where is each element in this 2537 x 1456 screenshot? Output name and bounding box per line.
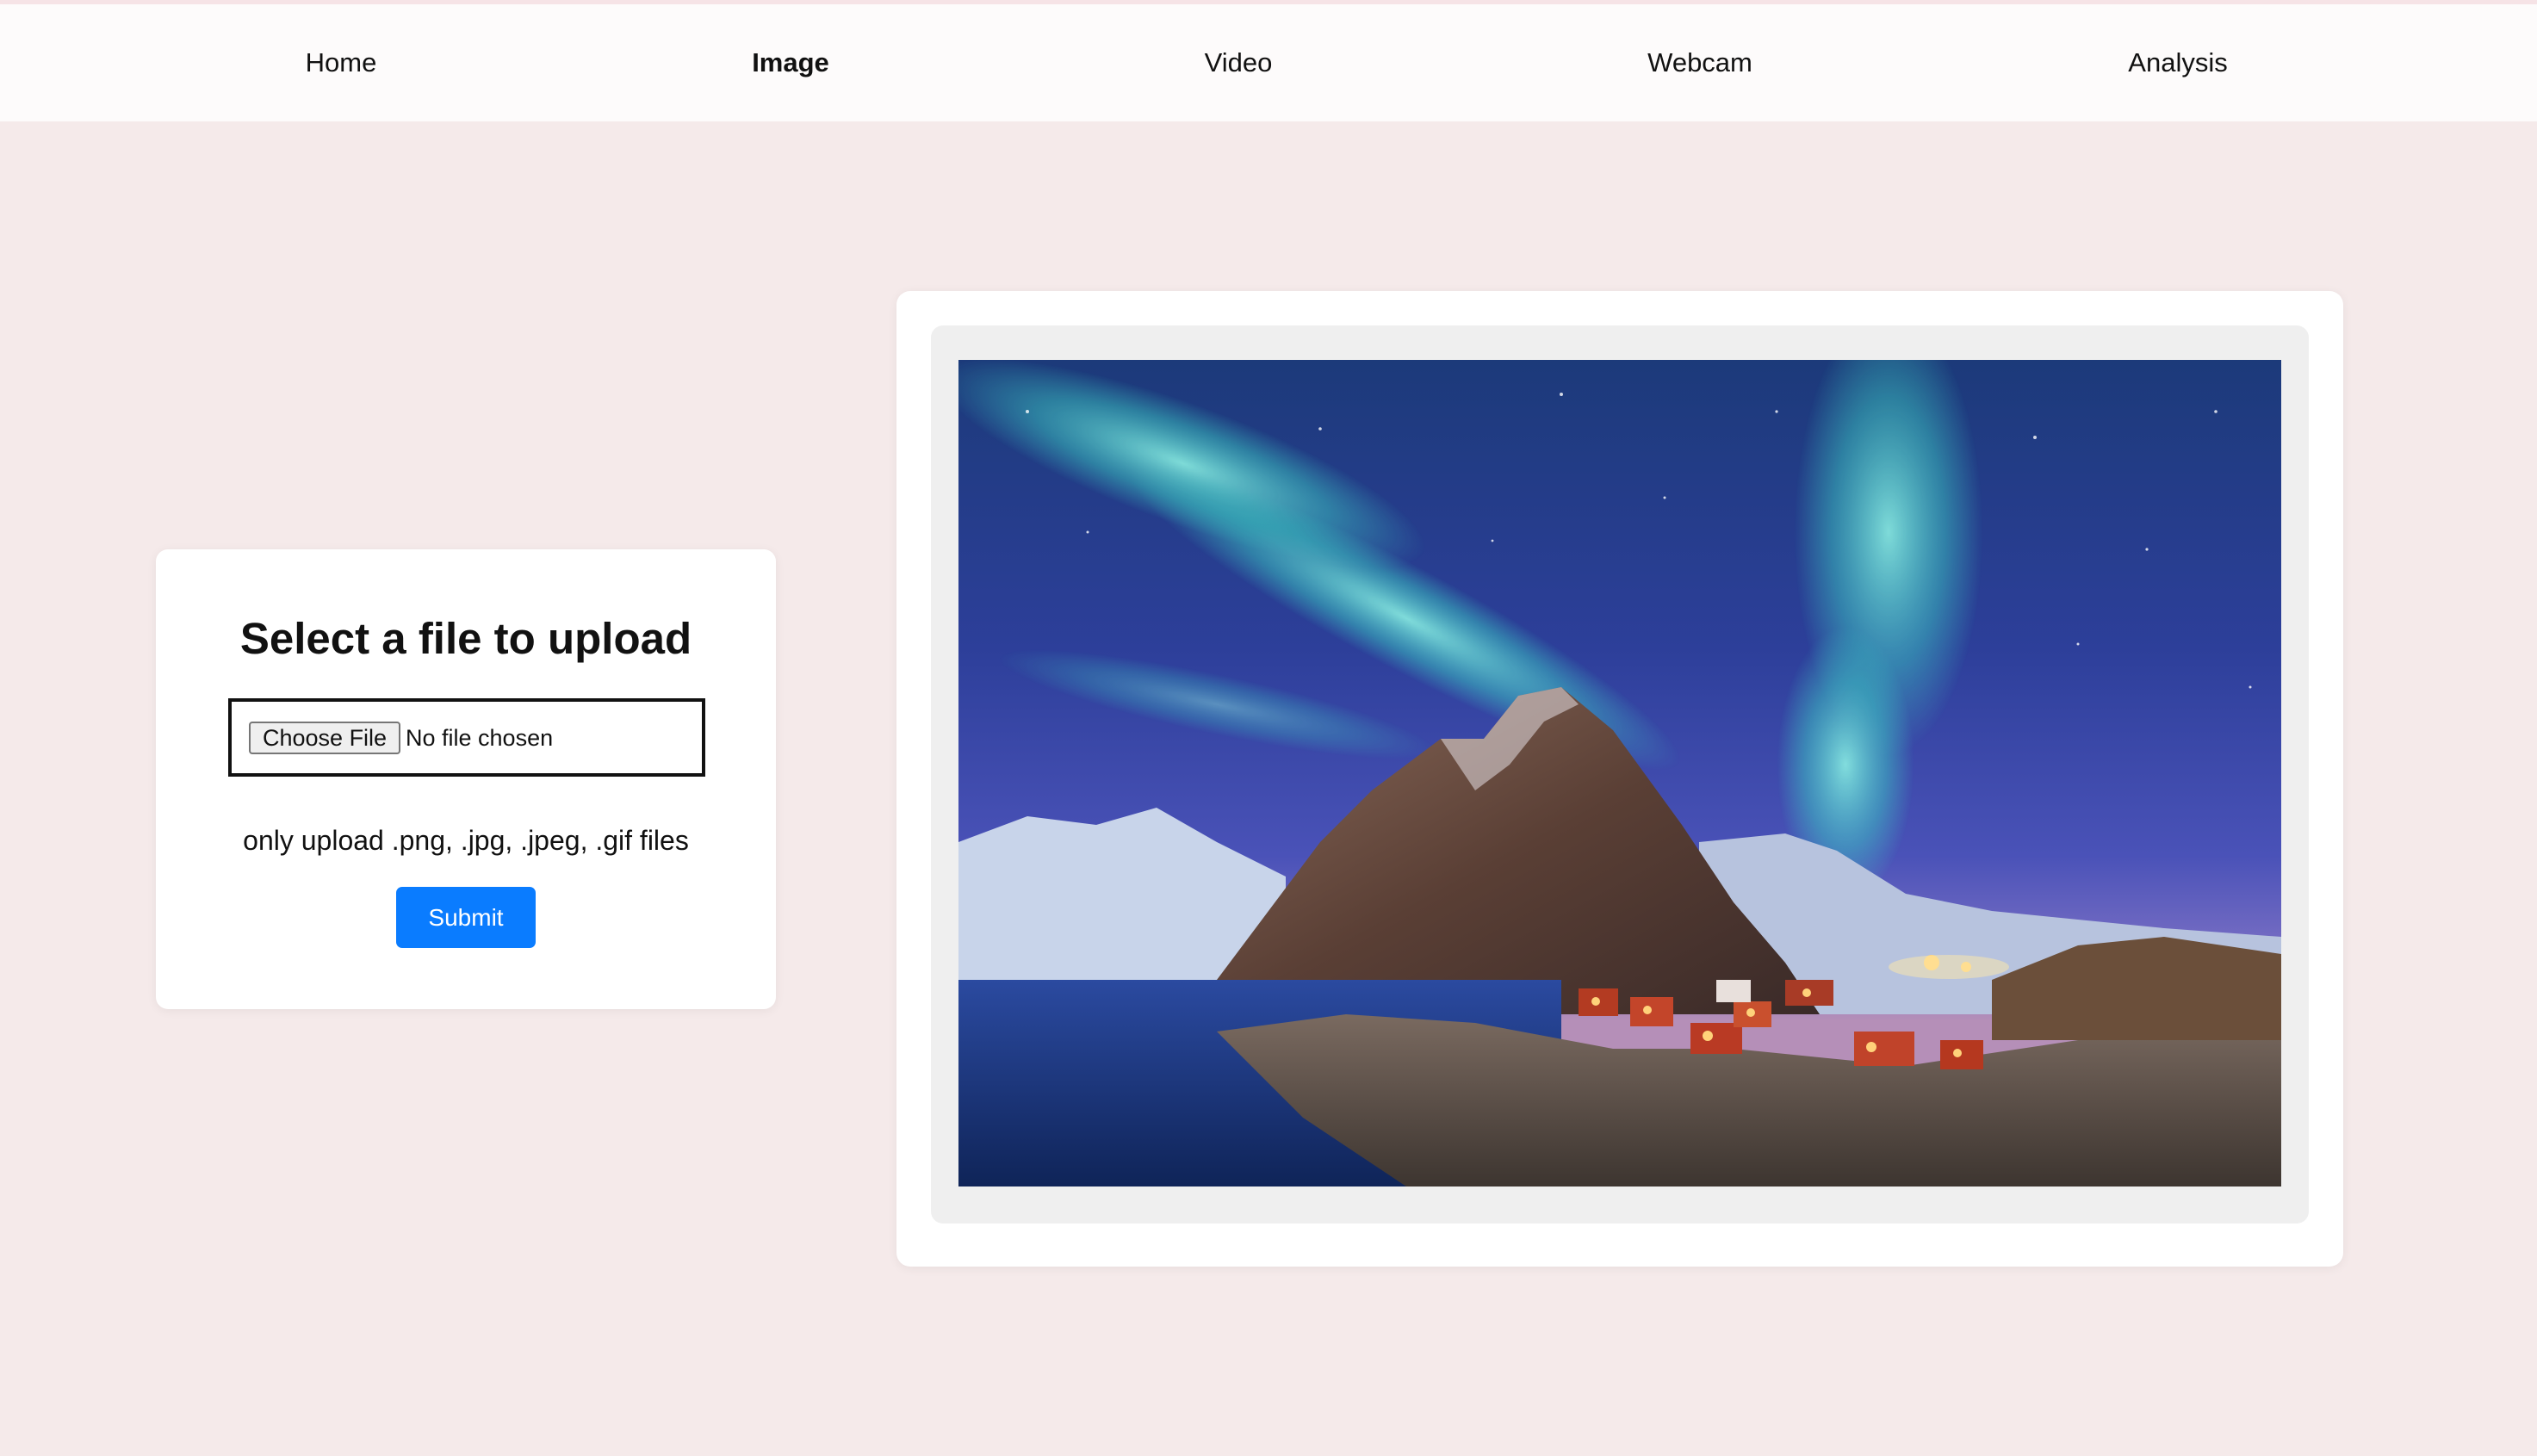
file-input[interactable]: Choose File No file chosen xyxy=(228,698,705,777)
image-preview-frame xyxy=(931,325,2309,1224)
nav-link-analysis[interactable]: Analysis xyxy=(2128,47,2227,78)
file-status-text: No file chosen xyxy=(406,725,554,751)
image-preview-card xyxy=(896,291,2343,1267)
nav-link-image[interactable]: Image xyxy=(752,47,829,78)
nav-link-webcam[interactable]: Webcam xyxy=(1647,47,1752,78)
upload-hint: only upload .png, .jpg, .jpeg, .gif file… xyxy=(243,825,689,856)
navbar: Home Image Video Webcam Analysis xyxy=(0,4,2537,121)
choose-file-button[interactable]: Choose File xyxy=(249,722,401,754)
upload-title: Select a file to upload xyxy=(239,614,692,663)
nav-link-home[interactable]: Home xyxy=(306,47,377,78)
nav-link-video[interactable]: Video xyxy=(1205,47,1273,78)
preview-image xyxy=(958,360,2281,1186)
upload-card: Select a file to upload Choose File No f… xyxy=(156,549,776,1009)
submit-button[interactable]: Submit xyxy=(396,887,536,948)
